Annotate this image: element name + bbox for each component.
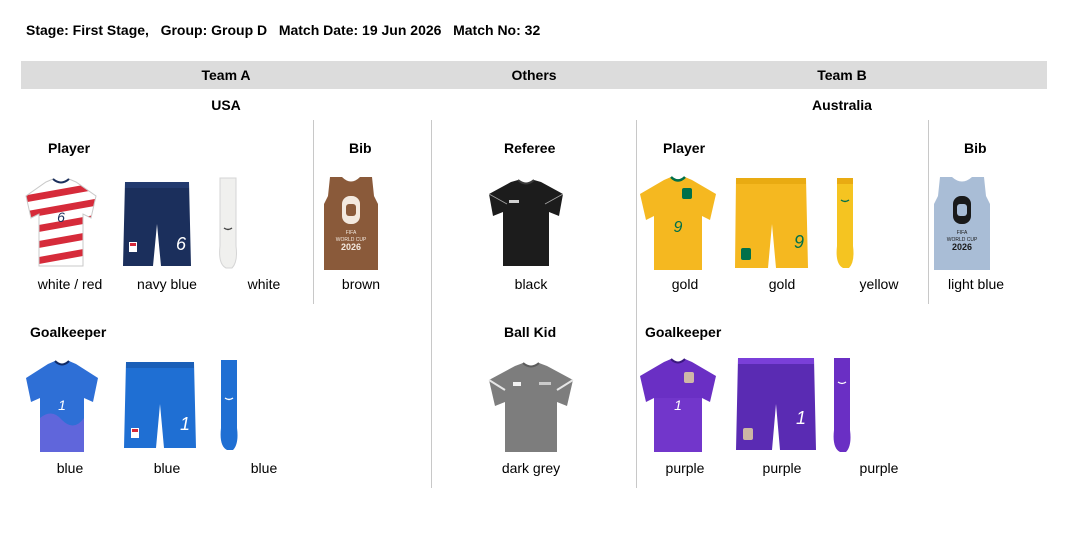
aus-goalkeeper-socks-image xyxy=(830,356,856,454)
team-b-player-label: Player xyxy=(663,140,706,156)
match-no-text: Match No: 32 xyxy=(453,22,541,38)
usa-player-shirt-caption: white / red xyxy=(37,276,103,292)
aus-player-shirt-image: 9 xyxy=(636,174,720,272)
usa-player-socks-image xyxy=(216,176,242,270)
aus-bib-image: FIFA WORLD CUP 2026 xyxy=(930,174,994,272)
usa-player-shorts-caption: navy blue xyxy=(137,276,197,292)
ball-kid-shirt-caption: dark grey xyxy=(501,460,561,476)
usa-player-shorts-image: 6 xyxy=(121,178,193,270)
aus-player-shorts-image: 9 xyxy=(733,176,811,272)
usa-goalkeeper-shorts-caption: blue xyxy=(153,460,181,476)
usa-player-shorts-number: 6 xyxy=(176,234,187,254)
aus-bib-logo-line1: FIFA xyxy=(957,230,968,236)
ball-kid-label: Ball Kid xyxy=(504,324,557,340)
team-b-bib-label: Bib xyxy=(964,140,987,156)
usa-goalkeeper-socks-image xyxy=(218,358,242,452)
aus-player-socks-caption: yellow xyxy=(859,276,899,292)
aus-goalkeeper-shirt-image: 1 xyxy=(636,356,720,454)
aus-player-socks-image xyxy=(834,176,858,270)
ball-kid-shirt-image xyxy=(485,360,577,454)
match-date-text: Match Date: 19 Jun 2026 xyxy=(278,22,442,38)
usa-goalkeeper-shorts-number: 1 xyxy=(180,414,190,434)
others-heading: Others xyxy=(511,67,557,83)
usa-goalkeeper-shirt-image: 1 xyxy=(22,358,102,454)
aus-player-shorts-caption: gold xyxy=(768,276,796,292)
aus-goalkeeper-shirt-caption: purple xyxy=(665,460,705,476)
usa-goalkeeper-shirt-number: 1 xyxy=(58,397,66,413)
team-a-heading: Team A xyxy=(201,67,251,83)
usa-player-socks-caption: white xyxy=(247,276,281,292)
match-header: Stage: First Stage, Group: Group D Match… xyxy=(26,22,540,38)
usa-goalkeeper-shirt-caption: blue xyxy=(56,460,84,476)
group-text: Group: Group D xyxy=(160,22,268,38)
aus-goalkeeper-shirt-number: 1 xyxy=(674,397,682,413)
usa-bib-logo-line1: FIFA xyxy=(346,230,357,236)
team-a-goalkeeper-label: Goalkeeper xyxy=(30,324,107,340)
divider-team-a-others xyxy=(431,120,432,488)
team-a-bib-label: Bib xyxy=(349,140,372,156)
team-b-country: Australia xyxy=(812,97,872,113)
aus-goalkeeper-socks-caption: purple xyxy=(859,460,899,476)
referee-label: Referee xyxy=(504,140,556,156)
aus-player-shorts-number: 9 xyxy=(794,232,804,252)
usa-bib-logo-line3: 2026 xyxy=(341,242,361,252)
team-a-player-label: Player xyxy=(48,140,91,156)
aus-goalkeeper-shorts-image: 1 xyxy=(735,356,817,454)
usa-goalkeeper-shorts-image: 1 xyxy=(123,360,197,452)
aus-goalkeeper-shorts-caption: purple xyxy=(762,460,802,476)
aus-bib-logo-line3: 2026 xyxy=(952,242,972,252)
aus-player-shirt-number: 9 xyxy=(674,219,683,236)
usa-bib-caption: brown xyxy=(341,276,381,292)
aus-player-shirt-caption: gold xyxy=(671,276,699,292)
team-b-heading: Team B xyxy=(817,67,867,83)
usa-goalkeeper-socks-caption: blue xyxy=(250,460,278,476)
team-a-country: USA xyxy=(211,97,241,113)
aus-bib-caption: light blue xyxy=(947,276,1005,292)
referee-shirt-caption: black xyxy=(514,276,548,292)
usa-bib-image: FIFA WORLD CUP 2026 xyxy=(320,174,382,272)
referee-shirt-image xyxy=(485,178,567,268)
aus-goalkeeper-shorts-number: 1 xyxy=(796,408,806,428)
stage-text: Stage: First Stage, xyxy=(26,22,149,38)
usa-player-shirt-number: 6 xyxy=(57,209,65,225)
usa-player-shirt-image: 6 xyxy=(22,176,100,270)
team-b-goalkeeper-label: Goalkeeper xyxy=(645,324,722,340)
